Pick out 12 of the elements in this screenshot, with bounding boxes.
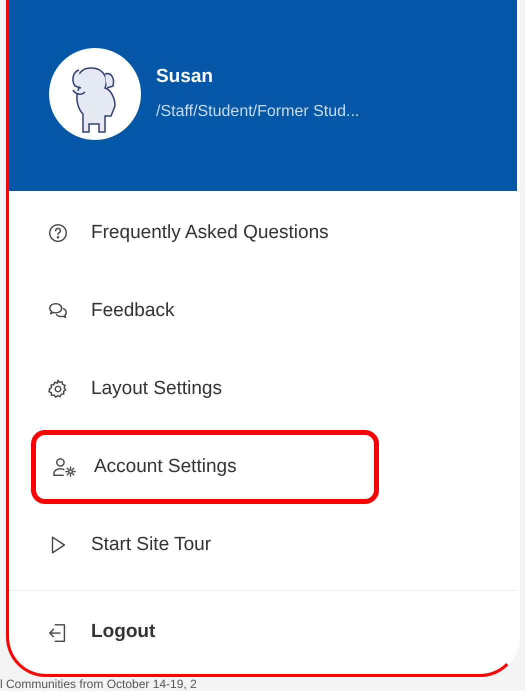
menu-item[interactable]: Frequently Asked Questions <box>9 194 517 272</box>
user-name: Susan <box>156 65 214 90</box>
background-text: l Communities from October 14-19, 2 <box>0 677 197 691</box>
gear-icon <box>47 378 69 400</box>
user-gear-icon <box>52 456 78 478</box>
menu-item[interactable]: Feedback <box>9 272 517 350</box>
logout-item[interactable]: Logout <box>9 591 517 674</box>
menu-item[interactable]: Layout Settings <box>9 350 517 428</box>
question-icon <box>47 222 69 244</box>
menu-item[interactable]: Start Site Tour <box>9 506 517 584</box>
menu-item[interactable]: Account Settings <box>31 430 379 504</box>
user-roles: /Staff/Student/Former Stud... <box>156 102 360 122</box>
